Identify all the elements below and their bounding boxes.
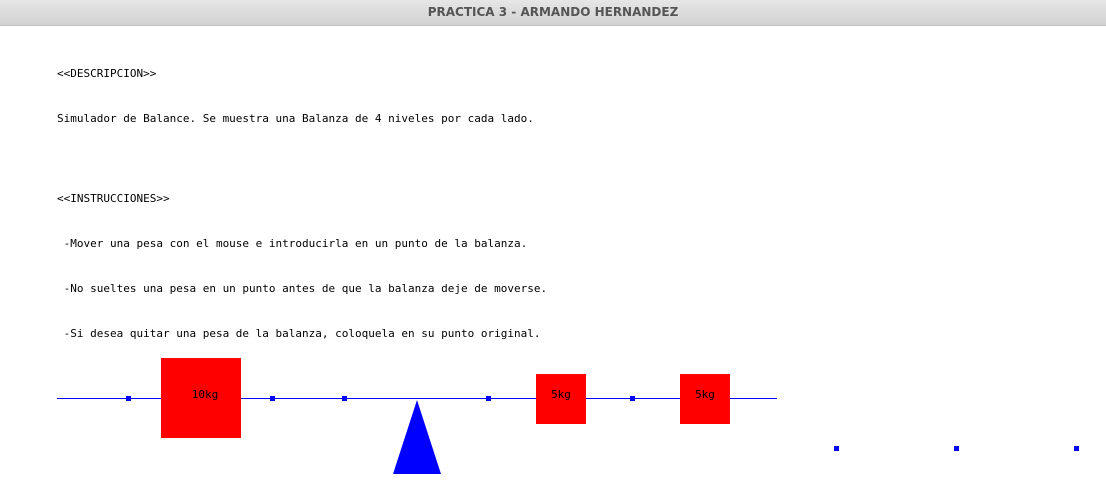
beam-point-left-1[interactable]: [342, 396, 347, 401]
weight-10kg[interactable]: 10kg: [161, 358, 241, 438]
fulcrum-triangle: [393, 400, 441, 474]
beam-point-left-2[interactable]: [270, 396, 275, 401]
weight-home-point[interactable]: [1074, 446, 1079, 451]
weight-home-point[interactable]: [834, 446, 839, 451]
weight-home-point[interactable]: [954, 446, 959, 451]
weight-label: 10kg: [192, 388, 219, 401]
beam-point-left-4[interactable]: [126, 396, 131, 401]
weight-5kg[interactable]: 5kg: [536, 374, 586, 424]
beam-point-right-3[interactable]: [630, 396, 635, 401]
weight-label: 5kg: [695, 388, 715, 401]
weight-5kg[interactable]: 5kg: [680, 374, 730, 424]
weight-label: 5kg: [551, 388, 571, 401]
beam-point-right-1[interactable]: [486, 396, 491, 401]
balance-canvas[interactable]: 10kg 5kg 5kg: [0, 0, 1106, 500]
